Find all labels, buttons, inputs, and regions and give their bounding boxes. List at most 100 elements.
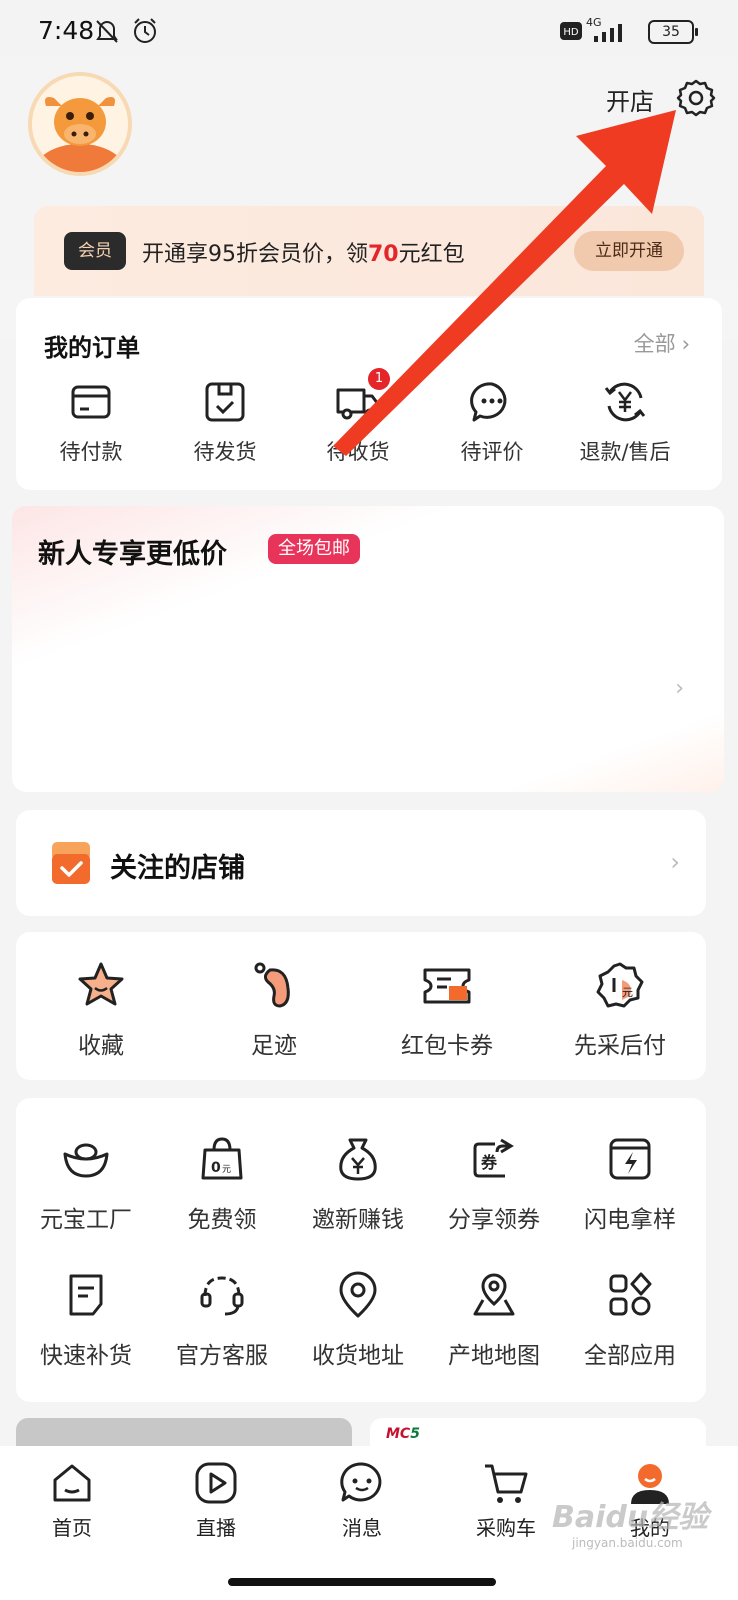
new-user-deals-card[interactable]: 新人专享更低价 全场包邮 › — [12, 506, 724, 792]
svg-text:0: 0 — [211, 1160, 221, 1176]
status-time: 7:48 — [38, 16, 95, 45]
tool-label: 全部应用 — [584, 1343, 676, 1369]
tab-messages[interactable]: 消息 — [312, 1460, 412, 1541]
quick-link-label: 红包卡券 — [401, 1033, 493, 1059]
location-pin-icon — [339, 1271, 377, 1318]
tab-cart[interactable]: 采购车 — [456, 1460, 556, 1541]
tool-label: 收货地址 — [312, 1343, 404, 1369]
quick-link-pay-later[interactable]: 元 先采后付 — [545, 960, 695, 1060]
order-item-label: 待付款 — [59, 440, 123, 464]
order-item-pending-shipment[interactable]: 待发货 — [155, 378, 295, 466]
cart-icon — [485, 1464, 528, 1503]
order-item-pending-payment[interactable]: 待付款 — [21, 378, 161, 466]
brand-logo-left: MC — [386, 1426, 411, 1442]
money-bag-icon — [339, 1138, 377, 1181]
hd-icon: HD — [560, 22, 582, 40]
orders-all-link[interactable]: 全部 › — [634, 328, 690, 358]
svg-text:元: 元 — [222, 1165, 231, 1175]
tab-live[interactable]: 直播 — [166, 1460, 266, 1541]
bell-muted-icon — [96, 20, 118, 43]
quick-link-favorites[interactable]: 收藏 — [26, 960, 176, 1060]
vip-promo-bar[interactable]: 会员 开通享95折会员价，领70元红包 立即开通 — [34, 206, 704, 296]
orders-title: 我的订单 — [44, 334, 140, 362]
message-icon — [340, 1462, 382, 1502]
status-bar: 7:48 HD 4G 35 — [0, 0, 738, 64]
ingot-icon — [63, 1143, 109, 1178]
quick-link-label: 收藏 — [78, 1033, 124, 1059]
open-store-link[interactable]: 开店 — [606, 82, 654, 117]
chevron-right-icon: › — [670, 848, 680, 876]
svg-text:元: 元 — [622, 986, 633, 999]
tab-label: 直播 — [196, 1516, 236, 1540]
origin-map-icon — [473, 1273, 515, 1316]
tool-label: 官方客服 — [176, 1343, 268, 1369]
shop-check-icon — [52, 842, 90, 884]
quick-link-footprints[interactable]: 足迹 — [199, 960, 349, 1060]
order-item-refund[interactable]: 退款/售后 — [555, 378, 695, 466]
chevron-right-icon: › — [681, 332, 690, 356]
tab-label: 采购车 — [476, 1516, 536, 1540]
order-item-label: 退款/售后 — [579, 440, 671, 464]
vip-promo-text: 开通享95折会员价，领70元红包 — [142, 236, 465, 268]
tool-label: 分享领券 — [448, 1207, 540, 1233]
order-item-pending-receipt[interactable]: 1 待收货 — [288, 368, 428, 466]
tool-invite-earn[interactable]: 邀新赚钱 — [292, 1134, 424, 1234]
vip-text-suffix: 元红包 — [398, 242, 465, 267]
free-shipping-tag: 全场包邮 — [268, 534, 360, 564]
orders-all-label: 全部 — [633, 332, 676, 356]
vip-text-prefix: 开通享95折会员价，领 — [142, 242, 368, 267]
order-count-badge: 1 — [368, 368, 390, 390]
quick-link-coupons[interactable]: 红包卡券 — [372, 960, 522, 1060]
tool-origin-map[interactable]: 产地地图 — [428, 1270, 560, 1370]
home-icon — [53, 1464, 91, 1502]
tool-lightning-sample[interactable]: 闪电拿样 — [564, 1134, 696, 1234]
cow-avatar-icon — [32, 76, 128, 172]
share-coupon-icon: 券 — [473, 1138, 514, 1178]
svg-text:券: 券 — [480, 1153, 498, 1172]
avatar[interactable] — [28, 72, 132, 176]
coupon-icon — [423, 968, 471, 1004]
chat-dots-icon — [470, 382, 507, 422]
watermark-url: jingyan.baidu.com — [572, 1536, 683, 1550]
lightning-sample-icon — [609, 1138, 651, 1180]
home-indicator[interactable] — [228, 1578, 496, 1586]
tab-home[interactable]: 首页 — [22, 1460, 122, 1541]
wallet-card-icon — [71, 385, 111, 419]
order-item-label: 待发货 — [193, 440, 257, 464]
tool-all-apps[interactable]: 全部应用 — [564, 1270, 696, 1370]
tool-label: 闪电拿样 — [584, 1207, 676, 1233]
quick-link-label: 足迹 — [251, 1033, 297, 1059]
order-item-label: 待评价 — [460, 440, 524, 464]
vip-text-amount: 70 — [368, 242, 399, 267]
restock-doc-icon — [69, 1274, 103, 1316]
tool-shipping-address[interactable]: 收货地址 — [292, 1270, 424, 1370]
brand-logo-right: 5 — [410, 1426, 420, 1442]
star-icon — [78, 962, 124, 1006]
chevron-right-icon: › — [675, 676, 684, 701]
signal-icon — [594, 24, 622, 42]
headset-icon — [200, 1276, 244, 1316]
watermark-logo: Baidu经验 — [552, 1500, 709, 1535]
tool-label: 邀新赚钱 — [312, 1207, 404, 1233]
all-apps-icon — [609, 1272, 652, 1316]
tool-free-claim[interactable]: 0元 免费领 — [156, 1134, 288, 1234]
order-item-pending-review[interactable]: 待评价 — [422, 378, 562, 466]
followed-shops-title: 关注的店铺 — [110, 853, 245, 884]
quick-links-card: 收藏 足迹 红包卡券 元 先采后付 — [16, 932, 706, 1080]
tool-label: 产地地图 — [448, 1343, 540, 1369]
tool-quick-restock[interactable]: 快速补货 — [20, 1270, 152, 1370]
gear-icon[interactable] — [676, 78, 716, 118]
tool-ingot-factory[interactable]: 元宝工厂 — [20, 1134, 152, 1234]
vip-activate-button[interactable]: 立即开通 — [574, 231, 684, 271]
tool-label: 快速补货 — [40, 1343, 132, 1369]
alarm-icon — [134, 18, 156, 43]
tool-label: 免费领 — [187, 1207, 257, 1233]
tool-label: 元宝工厂 — [40, 1207, 132, 1233]
refund-yen-icon — [604, 382, 646, 422]
tab-label: 消息 — [342, 1516, 382, 1540]
tool-share-coupon[interactable]: 券 分享领券 — [428, 1134, 560, 1234]
followed-shops-row[interactable]: 关注的店铺 › — [16, 810, 706, 916]
pay-later-icon: 元 — [596, 962, 644, 1008]
box-check-icon — [205, 382, 245, 422]
tool-customer-service[interactable]: 官方客服 — [156, 1270, 288, 1370]
